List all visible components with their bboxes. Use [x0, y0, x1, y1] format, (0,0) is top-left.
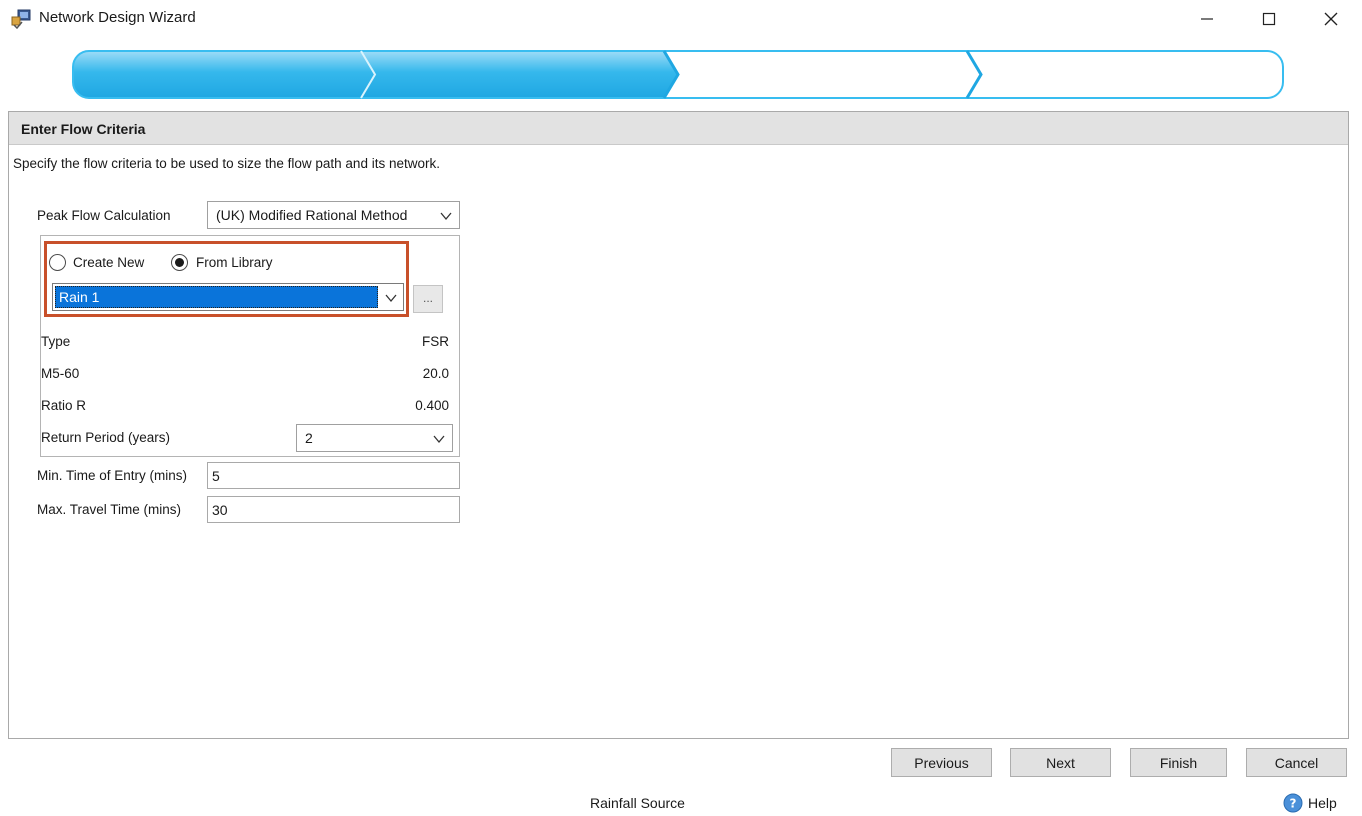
- ratio-r-value: 0.400: [415, 398, 449, 413]
- type-label: Type: [41, 334, 71, 349]
- instructions-text: Specify the flow criteria to be used to …: [13, 156, 440, 171]
- peak-flow-value: (UK) Modified Rational Method: [216, 207, 408, 223]
- ratio-r-label: Ratio R: [41, 398, 87, 413]
- maximize-icon: [1262, 12, 1276, 26]
- return-period-value: 2: [305, 430, 313, 446]
- maximize-button[interactable]: [1246, 0, 1292, 38]
- next-button[interactable]: Next: [1010, 748, 1111, 777]
- m560-value: 20.0: [422, 366, 449, 381]
- m560-label: M5-60: [41, 366, 80, 381]
- close-button[interactable]: [1308, 0, 1354, 38]
- help-label: Help: [1308, 795, 1337, 811]
- wizard-progress-bar: [72, 50, 1284, 100]
- finish-button[interactable]: Finish: [1130, 748, 1227, 777]
- close-icon: [1324, 12, 1338, 26]
- app-icon: [10, 9, 32, 30]
- cancel-button[interactable]: Cancel: [1246, 748, 1347, 777]
- min-time-of-entry-input[interactable]: [208, 463, 459, 488]
- max-travel-time-field[interactable]: [207, 496, 460, 523]
- type-value: FSR: [422, 334, 449, 349]
- minimize-button[interactable]: [1184, 0, 1230, 38]
- chevron-down-icon: [433, 435, 445, 444]
- svg-text:?: ?: [1290, 797, 1297, 811]
- minimize-icon: [1201, 18, 1213, 20]
- max-travel-time-input[interactable]: [208, 497, 459, 522]
- previous-button[interactable]: Previous: [891, 748, 992, 777]
- chevron-down-icon: [440, 212, 452, 221]
- min-time-of-entry-label: Min. Time of Entry (mins): [37, 468, 188, 483]
- peak-flow-dropdown[interactable]: (UK) Modified Rational Method: [207, 201, 460, 229]
- wizard-progress-graphic: [72, 50, 1284, 99]
- panel-header: Enter Flow Criteria: [9, 112, 1348, 145]
- window-title: Network Design Wizard: [39, 9, 196, 26]
- panel-title: Enter Flow Criteria: [21, 121, 146, 137]
- help-link[interactable]: ? Help: [1283, 792, 1337, 814]
- return-period-dropdown[interactable]: 2: [296, 424, 453, 452]
- help-icon: ?: [1283, 793, 1303, 813]
- title-bar: Network Design Wizard: [0, 0, 1362, 38]
- return-period-label: Return Period (years): [41, 430, 171, 445]
- status-text: Rainfall Source: [590, 795, 685, 811]
- browse-library-button[interactable]: ...: [413, 285, 443, 313]
- annotation-highlight-box: [44, 241, 409, 317]
- flow-criteria-panel: Enter Flow Criteria Specify the flow cri…: [8, 111, 1349, 739]
- max-travel-time-label: Max. Travel Time (mins): [37, 502, 182, 517]
- progress-step-separator: [965, 50, 983, 99]
- peak-flow-label: Peak Flow Calculation: [37, 208, 171, 223]
- min-time-of-entry-field[interactable]: [207, 462, 460, 489]
